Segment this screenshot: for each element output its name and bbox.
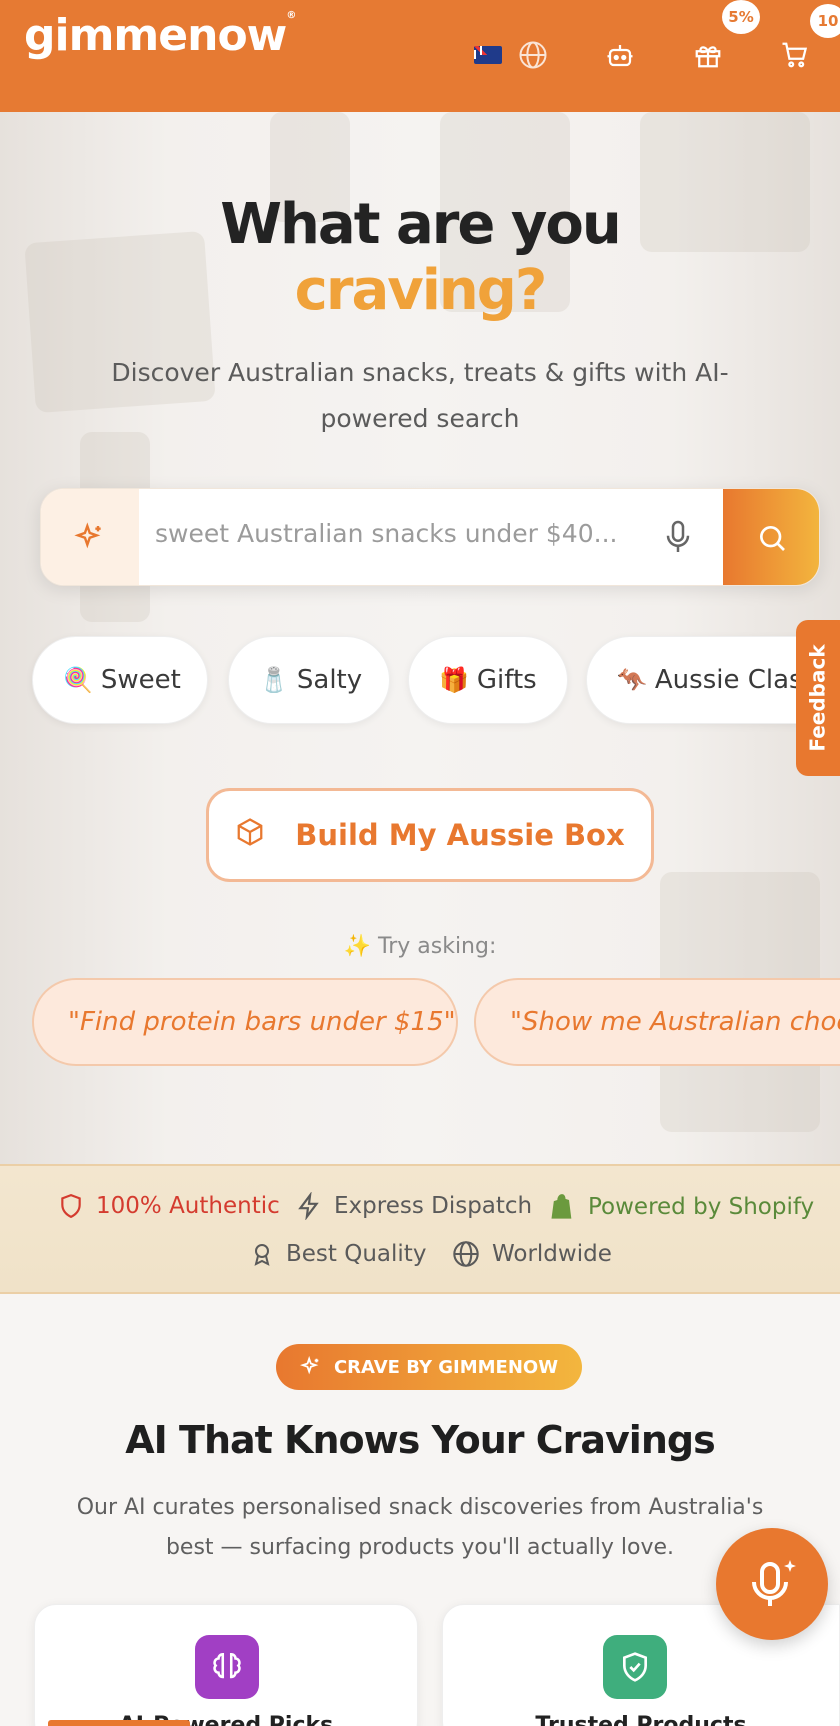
trust-shopify: Powered by Shopify	[548, 1192, 814, 1222]
trust-dispatch: Express Dispatch	[296, 1192, 532, 1220]
feature-card-ai-picks[interactable]: AI-Powered Picks	[34, 1604, 418, 1726]
gimmenow-logo[interactable]: gimmenow®	[24, 10, 296, 61]
trust-worldwide: Worldwide	[452, 1240, 612, 1268]
box-icon	[235, 817, 265, 854]
shield-check-icon	[603, 1635, 667, 1699]
section-subtitle: Our AI curates personalised snack discov…	[76, 1495, 764, 1560]
suggested-prompt[interactable]: "Find protein bars under $15"	[32, 978, 458, 1066]
hero-title: What are you	[220, 192, 621, 257]
sparkle-icon	[41, 489, 139, 585]
hero-subtitle: Discover Australian snacks, treats & gif…	[111, 358, 729, 433]
build-aussie-box-button[interactable]: Build My Aussie Box	[206, 788, 654, 882]
kangaroo-icon: 🦘	[617, 666, 647, 694]
sparkle-icon	[299, 1356, 319, 1375]
globe-icon[interactable]	[516, 38, 550, 72]
chip-gifts[interactable]: 🎁 Gifts	[408, 636, 568, 724]
au-flag-icon[interactable]	[474, 46, 502, 64]
search-input[interactable]: sweet Australian snacks under $40...	[155, 519, 617, 548]
lollipop-icon: 🍭	[63, 666, 93, 694]
bottom-progress-strip	[48, 1720, 190, 1726]
ai-search-bar: sweet Australian snacks under $40...	[40, 488, 820, 586]
microphone-icon[interactable]	[663, 519, 693, 559]
hero-section: What are you craving? Discover Australia…	[0, 112, 840, 1164]
search-button[interactable]	[723, 489, 819, 585]
feature-card-label: Trusted Products	[535, 1713, 747, 1726]
robot-icon[interactable]	[603, 38, 637, 72]
crave-badge: CRAVE BY GIMMENOW	[276, 1344, 582, 1390]
shopify-icon	[551, 1194, 572, 1219]
trust-quality: Best Quality	[250, 1240, 426, 1268]
voice-assistant-button[interactable]	[716, 1528, 828, 1640]
hero-title-highlight: craving?	[294, 258, 548, 323]
chip-salty[interactable]: 🧂 Salty	[228, 636, 390, 724]
cart-count-badge: 10	[810, 4, 840, 38]
cart-icon[interactable]	[778, 38, 812, 72]
microphone-sparkle-icon	[752, 1560, 796, 1606]
brain-icon	[195, 1635, 259, 1699]
salt-shaker-icon: 🧂	[259, 666, 289, 694]
feedback-tab[interactable]: Feedback	[796, 620, 840, 776]
globe-icon	[453, 1241, 479, 1267]
suggested-prompt[interactable]: "Show me Australian choco	[474, 978, 840, 1066]
top-header: gimmenow® 5% 10	[0, 0, 840, 112]
trust-authentic: 100% Authentic	[58, 1192, 280, 1220]
award-icon	[254, 1244, 270, 1266]
section-title: AI That Knows Your Cravings	[125, 1418, 715, 1462]
shield-icon	[61, 1194, 81, 1219]
trust-bar: 100% Authentic Express Dispatch Powered …	[0, 1164, 840, 1294]
discount-badge: 5%	[722, 0, 760, 34]
lightning-icon	[298, 1192, 319, 1220]
chip-sweet[interactable]: 🍭 Sweet	[32, 636, 208, 724]
gift-emoji-icon: 🎁	[439, 666, 469, 694]
gift-icon[interactable]	[691, 38, 725, 72]
try-asking-label: ✨ Try asking:	[343, 934, 497, 959]
